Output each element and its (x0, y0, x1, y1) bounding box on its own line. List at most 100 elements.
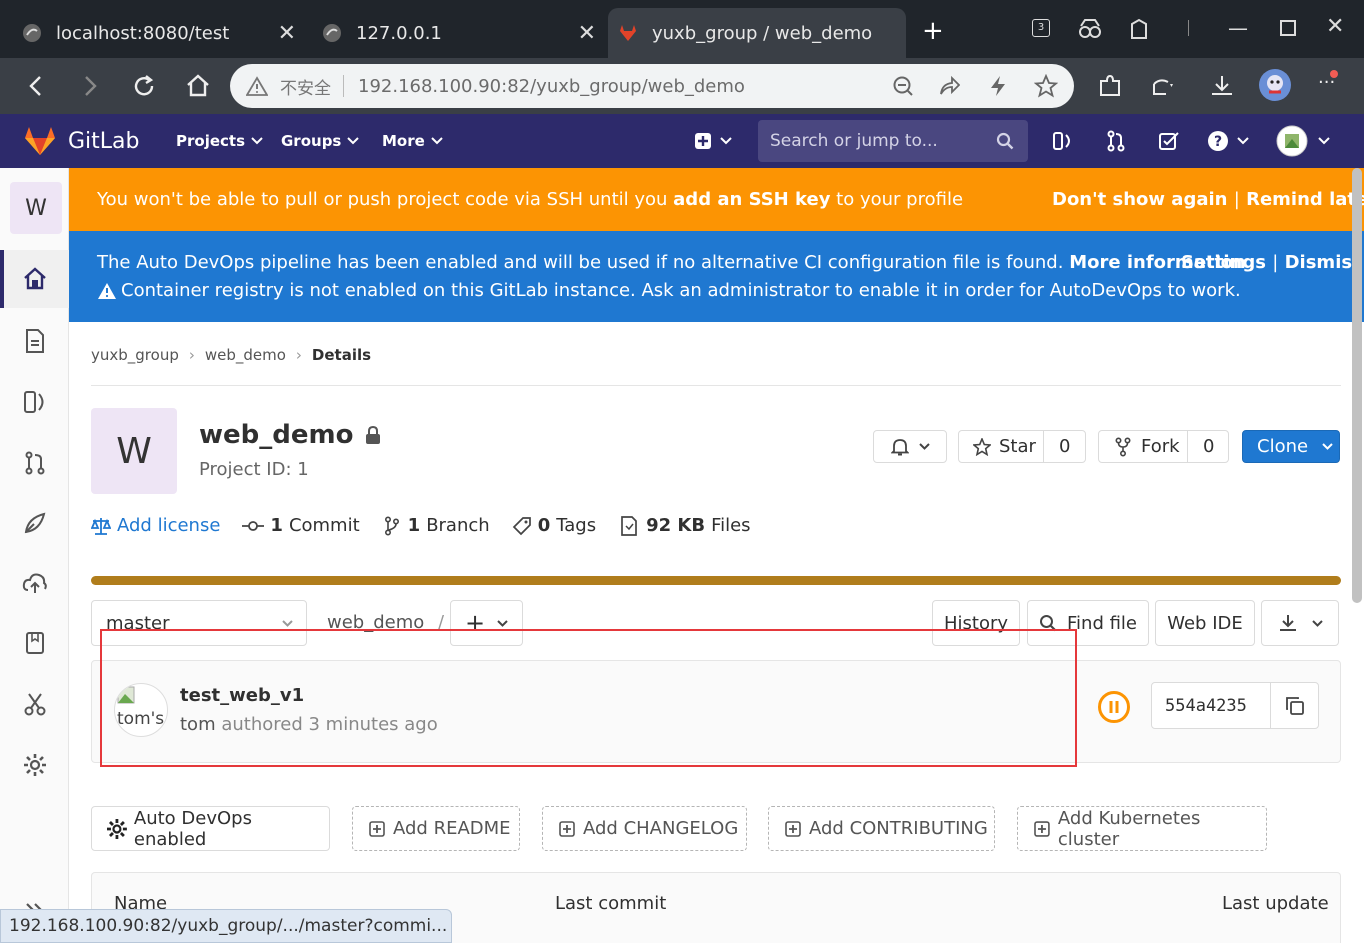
issues-icon[interactable] (22, 389, 48, 415)
home-icon[interactable] (184, 72, 212, 100)
sidebar-project-avatar[interactable]: W (10, 182, 62, 234)
ssh-banner-text: You won't be able to pull or push projec… (97, 189, 674, 210)
new-tab-icon[interactable]: + (922, 16, 944, 46)
merge-request-icon[interactable] (22, 450, 48, 476)
nav-groups-label: Groups (281, 132, 342, 150)
nav-groups[interactable]: Groups (281, 114, 360, 168)
breadcrumb-divider (91, 385, 1341, 386)
star-button[interactable]: Star 0 (958, 430, 1086, 463)
fork-count: 0 (1203, 436, 1215, 457)
browser-tab-localhost[interactable]: localhost:8080/test ✕ (0, 8, 306, 58)
download-icon[interactable] (1208, 72, 1236, 100)
files-label: Files (711, 515, 751, 536)
extensions-icon[interactable] (1128, 18, 1150, 40)
close-window-icon[interactable]: ✕ (1326, 14, 1344, 39)
dont-show-again-link[interactable]: Don't show again (1052, 189, 1227, 210)
commit-sha[interactable]: 554a4235 (1165, 696, 1247, 716)
add-ssh-key-link[interactable]: add an SSH key (673, 189, 830, 210)
ssh-banner-text-after: to your profile (830, 189, 964, 210)
notification-dropdown[interactable] (873, 430, 947, 463)
tab-title: yuxb_group / web_demo (652, 22, 872, 44)
commits-label: Commit (288, 515, 360, 536)
close-icon[interactable]: ✕ (278, 21, 296, 46)
minimize-icon[interactable]: — (1228, 16, 1248, 40)
breadcrumb-project[interactable]: web_demo (205, 346, 286, 364)
copy-icon[interactable] (1285, 696, 1305, 716)
devops-line2: Container registry is not enabled on thi… (97, 280, 1241, 301)
address-bar[interactable]: 不安全 192.168.100.90:82/yuxb_group/web_dem… (230, 64, 1074, 108)
branches-label: Branch (426, 515, 490, 536)
file-icon (621, 515, 637, 536)
collections-icon[interactable] (1078, 18, 1102, 40)
todo-icon[interactable] (1158, 130, 1180, 152)
merge-request-icon[interactable] (1106, 130, 1126, 152)
search-input[interactable]: Search or jump to... (758, 120, 1028, 162)
commits-stat[interactable]: 1 Commit (242, 515, 360, 536)
nav-projects-label: Projects (176, 132, 246, 150)
zoom-out-icon[interactable] (892, 75, 914, 97)
profile-avatar-icon[interactable] (1258, 68, 1292, 102)
url-text[interactable]: 192.168.100.90:82/yuxb_group/web_demo (358, 76, 745, 97)
fork-button[interactable]: Fork 0 (1098, 430, 1229, 463)
add-contributing-button[interactable]: Add CONTRIBUTING (768, 806, 995, 851)
add-kubernetes-button[interactable]: Add Kubernetes cluster (1017, 806, 1267, 851)
extensions-puzzle-icon[interactable] (1096, 72, 1124, 100)
auto-devops-button[interactable]: Auto DevOps enabled (91, 806, 330, 851)
web-ide-label: Web IDE (1167, 612, 1243, 634)
branches-stat[interactable]: 1 Branch (384, 515, 490, 536)
web-ide-button[interactable]: Web IDE (1155, 600, 1255, 646)
pipeline-paused-icon[interactable] (1097, 690, 1131, 724)
wiki-book-icon[interactable] (22, 630, 48, 656)
browser-tab-127[interactable]: 127.0.0.1 ✕ (300, 8, 606, 58)
browser-tab-gitlab[interactable]: yuxb_group / web_demo (608, 8, 906, 58)
tags-stat[interactable]: 0 Tags (512, 515, 596, 536)
issues-board-icon[interactable] (1052, 131, 1074, 151)
new-item-dropdown[interactable] (694, 114, 732, 168)
download-dropdown[interactable] (1261, 600, 1339, 646)
tab-count-badge[interactable]: 3 (1032, 19, 1050, 37)
chevron-down-icon (1237, 137, 1249, 145)
files-stat[interactable]: 92 KB Files (620, 515, 751, 536)
help-icon: ? (1208, 131, 1228, 151)
rocket-icon[interactable] (22, 510, 48, 536)
close-icon[interactable]: ✕ (578, 21, 596, 46)
add-license-link[interactable]: Add license (91, 515, 220, 536)
add-readme-button[interactable]: Add README (352, 806, 520, 851)
flash-icon[interactable] (988, 75, 1008, 97)
help-dropdown[interactable]: ? (1207, 114, 1249, 168)
scale-icon (91, 517, 111, 535)
clone-button[interactable]: Clone (1242, 430, 1340, 463)
back-icon[interactable] (22, 72, 50, 100)
tab-favicon-icon (323, 24, 341, 42)
ssh-banner-message: You won't be able to pull or push projec… (97, 189, 963, 210)
nav-projects[interactable]: Projects (176, 114, 263, 168)
download-icon (1279, 615, 1296, 631)
undo-icon[interactable] (1148, 72, 1176, 100)
repository-file-icon[interactable] (22, 328, 48, 354)
gitlab-logo[interactable]: GitLab (24, 114, 140, 168)
col-last-commit: Last commit (555, 893, 667, 914)
favorite-star-icon[interactable] (1034, 74, 1058, 98)
home-icon[interactable] (22, 266, 48, 292)
reload-icon[interactable] (130, 72, 158, 100)
tab-divider (1188, 20, 1189, 36)
tag-icon (512, 516, 531, 535)
nav-more[interactable]: More (382, 114, 443, 168)
maximize-icon[interactable] (1280, 20, 1296, 36)
remind-later-link[interactable]: Remind later (1246, 189, 1364, 210)
add-changelog-button[interactable]: Add CHANGELOG (542, 806, 747, 851)
page-scrollbar[interactable] (1352, 168, 1362, 603)
tags-label: Tags (556, 515, 597, 536)
chevron-down-icon (347, 137, 360, 145)
user-menu[interactable] (1276, 114, 1330, 168)
forward-icon[interactable] (76, 72, 104, 100)
security-label: 不安全 (280, 78, 331, 99)
fork-icon (1115, 436, 1131, 457)
breadcrumb-group[interactable]: yuxb_group (91, 346, 179, 364)
snippets-scissors-icon[interactable] (22, 691, 48, 717)
share-icon[interactable] (938, 75, 960, 97)
svg-text:?: ? (1214, 134, 1222, 150)
settings-gear-icon[interactable] (22, 752, 48, 778)
cloud-deploy-icon[interactable] (22, 570, 48, 596)
settings-link[interactable]: Settings (1181, 252, 1266, 273)
